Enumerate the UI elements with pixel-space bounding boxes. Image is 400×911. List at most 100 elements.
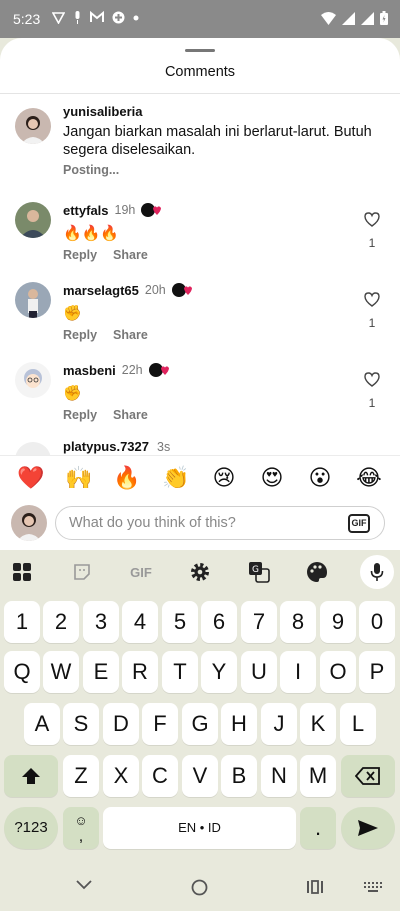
reply-button[interactable]: Reply (63, 328, 97, 342)
emoji-raising-hands[interactable]: 🙌 (64, 465, 94, 491)
key-8[interactable]: 8 (280, 601, 316, 643)
sheet-title: Comments (164, 64, 236, 80)
sticker-icon[interactable] (69, 560, 95, 584)
key-4[interactable]: 4 (122, 601, 158, 643)
key-c[interactable]: C (142, 755, 178, 797)
settings-gear-icon[interactable] (187, 560, 213, 584)
comment-username[interactable]: masbeni (63, 363, 116, 378)
reply-button[interactable]: Reply (63, 248, 97, 262)
svg-text:G: G (252, 565, 259, 575)
key-2[interactable]: 2 (43, 601, 79, 643)
key-l[interactable]: L (340, 703, 376, 745)
comment-body: marselagt65 20h ✊ Reply Share (63, 282, 194, 342)
emoji-surprised[interactable]: 😮 (305, 465, 335, 491)
comment-text: ✊ (63, 305, 82, 322)
like-control[interactable]: 1 (364, 372, 380, 410)
key-v[interactable]: V (182, 755, 218, 797)
key-x[interactable]: X (103, 755, 139, 797)
key-y[interactable]: Y (201, 651, 237, 693)
apps-grid-icon[interactable] (9, 560, 35, 584)
emoji-heart-eyes[interactable]: 😍 (257, 465, 287, 491)
comment-avatar[interactable] (15, 282, 51, 318)
comment-text: ✊ (63, 385, 82, 402)
key-5[interactable]: 5 (162, 601, 198, 643)
comment-username[interactable]: marselagt65 (63, 283, 139, 298)
key-9[interactable]: 9 (320, 601, 356, 643)
wifi-icon (321, 11, 336, 25)
key-g[interactable]: G (182, 703, 218, 745)
comment-username[interactable]: platypus.7327 (63, 439, 149, 454)
key-p[interactable]: P (359, 651, 395, 693)
key-3[interactable]: 3 (83, 601, 119, 643)
voice-input-button[interactable] (360, 555, 394, 589)
back-chevron-icon[interactable] (76, 880, 92, 890)
comment-username[interactable]: ettyfals (63, 203, 109, 218)
emoji-crying[interactable]: 😢 (209, 465, 239, 491)
translate-icon[interactable]: G (246, 560, 272, 584)
comma-emoji-key[interactable]: ☺ , (63, 807, 99, 849)
key-f[interactable]: F (142, 703, 178, 745)
comment-input[interactable]: What do you think of this? (55, 506, 385, 540)
key-t[interactable]: T (162, 651, 198, 693)
drag-handle[interactable] (185, 49, 215, 52)
comment-item: ettyfals 19h 🔥🔥🔥 Reply Share 1 (0, 202, 400, 272)
key-j[interactable]: J (261, 703, 297, 745)
gmail-icon (90, 11, 104, 22)
key-k[interactable]: K (300, 703, 336, 745)
key-z[interactable]: Z (63, 755, 99, 797)
key-7[interactable]: 7 (241, 601, 277, 643)
comment-body: ettyfals 19h 🔥🔥🔥 Reply Share (63, 202, 163, 262)
comment-avatar[interactable] (15, 362, 51, 398)
divider (0, 93, 400, 94)
recents-icon[interactable] (306, 880, 324, 894)
comment-item: marselagt65 20h ✊ Reply Share 1 (0, 282, 400, 352)
like-control[interactable]: 1 (364, 212, 380, 250)
key-n[interactable]: N (261, 755, 297, 797)
heart-outline-icon[interactable] (364, 372, 380, 387)
like-count: 1 (368, 316, 376, 330)
reply-button[interactable]: Reply (63, 408, 97, 422)
home-circle-icon[interactable] (191, 879, 208, 896)
key-0[interactable]: 0 (359, 601, 395, 643)
emoji-clap[interactable]: 👏 (161, 465, 191, 491)
key-b[interactable]: B (221, 755, 257, 797)
send-key[interactable] (341, 807, 395, 849)
key-s[interactable]: S (63, 703, 99, 745)
gif-toolbar-button[interactable]: GIF (124, 560, 158, 584)
key-a[interactable]: A (24, 703, 60, 745)
caption-avatar[interactable] (15, 108, 51, 144)
share-button[interactable]: Share (113, 408, 148, 422)
key-6[interactable]: 6 (201, 601, 237, 643)
share-button[interactable]: Share (113, 328, 148, 342)
key-o[interactable]: O (320, 651, 356, 693)
key-1[interactable]: 1 (4, 601, 40, 643)
caption-username[interactable]: yunisaliberia (63, 104, 383, 119)
key-i[interactable]: I (280, 651, 316, 693)
key-w[interactable]: W (43, 651, 79, 693)
key-q[interactable]: Q (4, 651, 40, 693)
heart-outline-icon[interactable] (364, 292, 380, 307)
heart-outline-icon[interactable] (364, 212, 380, 227)
key-h[interactable]: H (221, 703, 257, 745)
key-d[interactable]: D (103, 703, 139, 745)
send-arrow-icon (358, 820, 378, 836)
emoji-laughing[interactable]: 😂 (354, 465, 384, 491)
space-key[interactable]: EN • ID (103, 807, 296, 849)
period-key[interactable]: . (300, 807, 336, 849)
key-u[interactable]: U (241, 651, 277, 693)
comment-avatar[interactable] (15, 202, 51, 238)
key-m[interactable]: M (300, 755, 336, 797)
shift-key[interactable] (4, 755, 58, 797)
like-control[interactable]: 1 (364, 292, 380, 330)
comment-time: 22h (121, 363, 143, 377)
key-r[interactable]: R (122, 651, 158, 693)
key-e[interactable]: E (83, 651, 119, 693)
emoji-heart[interactable]: ❤️ (16, 465, 46, 491)
backspace-key[interactable] (341, 755, 395, 797)
symbols-key[interactable]: ?123 (4, 807, 58, 849)
theme-palette-icon[interactable] (304, 560, 330, 584)
share-button[interactable]: Share (113, 248, 148, 262)
keyboard-switch-icon[interactable] (364, 882, 382, 892)
emoji-fire[interactable]: 🔥 (112, 465, 142, 491)
gif-button[interactable]: GIF (348, 514, 370, 533)
